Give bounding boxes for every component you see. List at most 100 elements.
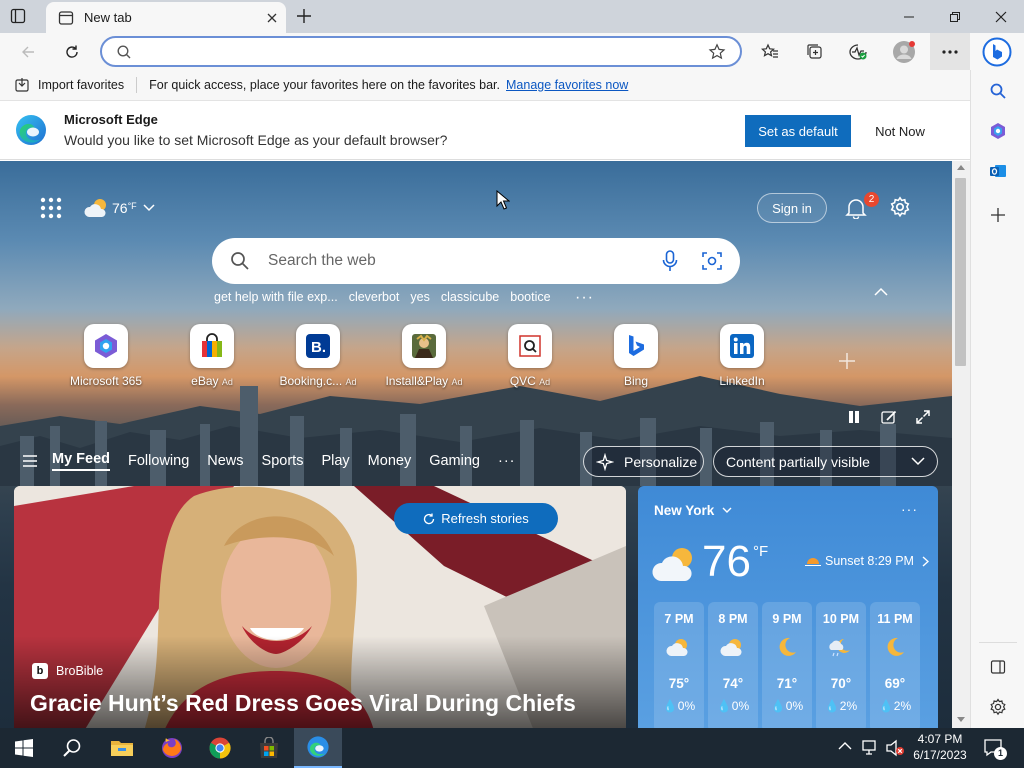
suggestion-chip[interactable]: bootice <box>510 290 550 306</box>
show-hidden-icons-chevron-icon[interactable] <box>838 741 852 750</box>
feed-tab-following[interactable]: Following <box>128 453 189 469</box>
more-suggestions-icon[interactable]: ··· <box>575 289 594 307</box>
microphone-icon[interactable] <box>662 250 678 272</box>
microsoft365-logo-icon <box>84 324 128 368</box>
quick-link-microsoft365[interactable]: Microsoft 365 <box>61 324 151 388</box>
quick-link-label: Microsoft 365 <box>69 374 143 388</box>
navigation-bar <box>0 33 1024 70</box>
taskbar-clock[interactable]: 4:07 PM 6/17/2023 <box>912 731 968 763</box>
set-as-default-button[interactable]: Set as default <box>745 115 851 147</box>
personalize-button[interactable]: Personalize <box>583 446 704 477</box>
start-button-windows-icon[interactable] <box>0 728 48 768</box>
suggestion-chip[interactable]: cleverbot <box>349 290 400 306</box>
quick-link-installplay[interactable]: Install&Play Ad <box>379 324 469 388</box>
feed-tab-my-feed[interactable]: My Feed <box>52 451 111 471</box>
feed-tab-money[interactable]: Money <box>368 453 412 469</box>
sidebar-split-icon[interactable] <box>983 652 1013 682</box>
edge-taskbar-icon[interactable] <box>294 728 342 768</box>
refresh-button[interactable] <box>54 33 90 70</box>
address-input[interactable] <box>144 41 708 62</box>
web-search-box[interactable]: Search the web <box>212 238 740 284</box>
network-icon[interactable] <box>861 739 881 757</box>
quick-link-bing[interactable]: Bing <box>591 324 681 388</box>
page-scrollbar[interactable] <box>952 161 970 728</box>
expand-background-icon[interactable] <box>915 409 931 425</box>
clock-date: 6/17/2023 <box>913 748 967 762</box>
sidebar-outlook-icon[interactable] <box>983 156 1013 186</box>
sidebar-settings-icon[interactable] <box>983 692 1013 722</box>
feed-tab-gaming[interactable]: Gaming <box>429 453 480 469</box>
taskbar-search-icon[interactable] <box>48 728 96 768</box>
weather-card[interactable]: New York ··· 76 °F Sunset 8:29 PM 7 PM 7… <box>638 486 938 728</box>
not-now-button[interactable]: Not Now <box>861 115 939 147</box>
weather-location-selector[interactable]: New York <box>654 503 732 518</box>
import-favorites-button[interactable]: Import favorites <box>14 77 124 93</box>
weather-widget[interactable]: 76 °F <box>84 197 155 219</box>
sign-in-button[interactable]: Sign in <box>757 193 827 223</box>
tab-new-tab[interactable]: New tab <box>46 2 286 33</box>
moon-icon <box>762 636 812 666</box>
feed-tab-news[interactable]: News <box>207 453 243 469</box>
favorite-star-icon[interactable] <box>708 42 726 61</box>
notifications-button[interactable]: 2 <box>845 192 879 219</box>
story-headline[interactable]: Gracie Hunt’s Red Dress Goes Viral Durin… <box>30 690 576 717</box>
file-explorer-icon[interactable] <box>98 728 146 768</box>
collections-button[interactable] <box>797 33 833 70</box>
microsoft-store-icon[interactable] <box>245 728 293 768</box>
edit-background-icon[interactable] <box>881 409 897 425</box>
hour-temp: 71° <box>776 676 798 691</box>
suggestion-chip[interactable]: yes <box>410 290 429 306</box>
page-settings-gear-icon[interactable] <box>889 196 911 218</box>
minimize-button[interactable] <box>886 0 932 33</box>
notification-center-icon[interactable]: 1 <box>984 739 1007 760</box>
scrollbar-thumb[interactable] <box>955 178 966 366</box>
ad-badge: Ad <box>451 377 463 387</box>
manage-favorites-link[interactable]: Manage favorites now <box>506 78 628 92</box>
suggestion-chip[interactable]: get help with file exp... <box>214 290 338 306</box>
close-window-button[interactable] <box>978 0 1024 33</box>
collapse-chevron-up-icon[interactable] <box>874 287 888 296</box>
close-tab-icon[interactable] <box>266 12 278 24</box>
chevron-right-icon <box>922 555 929 567</box>
restore-button[interactable] <box>932 0 978 33</box>
apps-launcher-icon[interactable] <box>40 197 62 219</box>
address-bar[interactable] <box>100 36 742 67</box>
chrome-icon[interactable] <box>196 728 244 768</box>
sidebar-search-icon[interactable] <box>983 76 1013 106</box>
feed-tab-sports[interactable]: Sports <box>262 453 304 469</box>
back-button[interactable] <box>10 33 46 70</box>
tab-actions-icon[interactable] <box>10 8 26 24</box>
quick-link-booking[interactable]: B. Booking.c... Ad <box>273 324 363 388</box>
pause-background-icon[interactable] <box>847 410 861 424</box>
content-visibility-dropdown[interactable]: Content partially visible <box>713 446 938 477</box>
feed-tab-play[interactable]: Play <box>321 453 349 469</box>
favorites-button[interactable] <box>752 33 788 70</box>
search-icon <box>230 251 250 271</box>
quick-link-qvc[interactable]: QVC Ad <box>485 324 575 388</box>
browser-essentials-button[interactable] <box>840 33 876 70</box>
hourly-forecast-8pm: 8 PM 74° 💧0% <box>708 602 758 728</box>
scroll-up-arrow-icon[interactable] <box>957 165 965 170</box>
sunset-info[interactable]: Sunset 8:29 PM <box>805 554 929 568</box>
refresh-stories-button[interactable]: Refresh stories <box>394 503 558 534</box>
quick-link-ebay[interactable]: eBay Ad <box>167 324 257 388</box>
visual-search-icon[interactable] <box>702 251 722 271</box>
volume-muted-icon[interactable] <box>885 739 905 757</box>
new-tab-button[interactable] <box>296 8 312 24</box>
settings-more-button[interactable] <box>930 33 970 70</box>
hourly-forecast-7pm: 7 PM 75° 💧0% <box>654 602 704 728</box>
add-quick-link-icon[interactable] <box>838 352 856 370</box>
firefox-icon[interactable] <box>148 728 196 768</box>
feed-more-icon[interactable]: ··· <box>498 453 516 469</box>
feed-menu-icon[interactable] <box>22 454 38 468</box>
sidebar-microsoft365-icon[interactable] <box>983 116 1013 146</box>
suggestion-chip[interactable]: classicube <box>441 290 499 306</box>
sidebar-add-icon[interactable] <box>983 200 1013 230</box>
scroll-down-arrow-icon[interactable] <box>957 717 965 722</box>
bing-copilot-button[interactable] <box>978 33 1016 70</box>
new-tab-page-icon <box>58 10 74 26</box>
quick-link-linkedin[interactable]: LinkedIn <box>697 324 787 388</box>
weather-more-icon[interactable]: ··· <box>901 501 918 517</box>
favorites-bar-message: For quick access, place your favorites h… <box>149 78 501 92</box>
profile-avatar[interactable] <box>886 33 922 70</box>
